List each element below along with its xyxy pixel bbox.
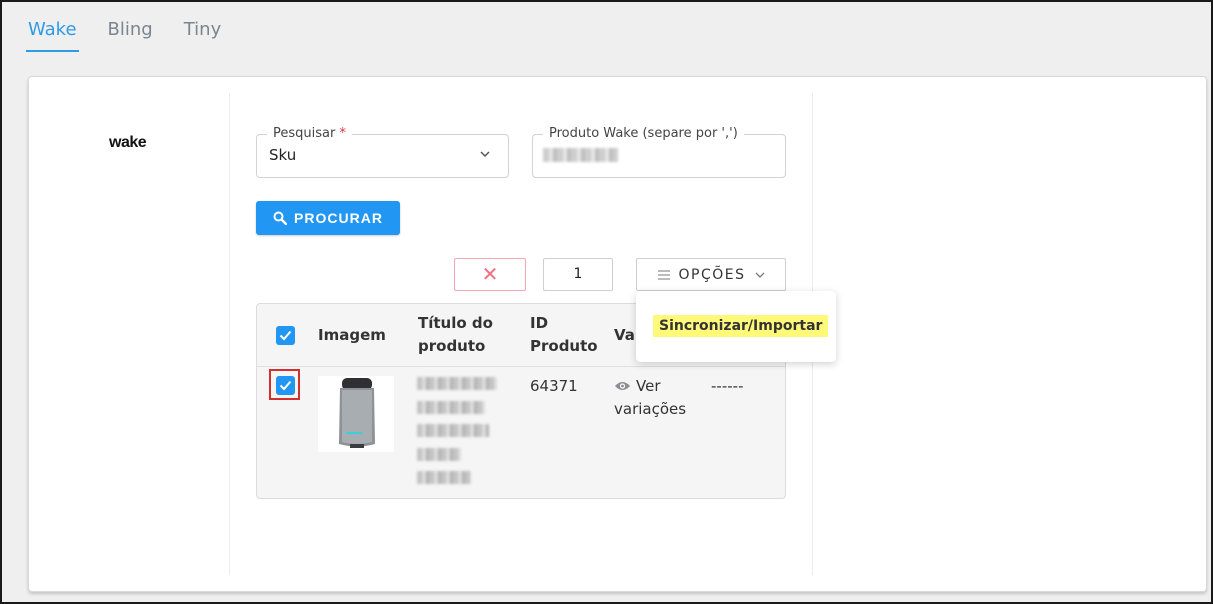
product-id: 64371 bbox=[530, 377, 578, 395]
check-icon bbox=[279, 380, 292, 391]
tab-bling[interactable]: Bling bbox=[106, 18, 155, 52]
product-input[interactable]: Produto Wake (separe por ',') bbox=[532, 125, 786, 178]
menu-icon bbox=[657, 270, 670, 279]
search-button-label: PROCURAR bbox=[294, 210, 383, 226]
content-card: wake Pesquisar * Sku Produto Wake (separ… bbox=[28, 76, 1207, 592]
left-divider bbox=[229, 93, 230, 575]
menu-item-sync-import[interactable]: Sincronizar/Importar bbox=[653, 315, 829, 337]
app-frame: Wake Bling Tiny wake Pesquisar * Sku Pro… bbox=[0, 0, 1213, 604]
search-type-label: Pesquisar * bbox=[267, 125, 352, 143]
options-button-label: OPÇÕES bbox=[678, 266, 746, 283]
redacted-value bbox=[543, 148, 618, 162]
header-product-id: ID Produto bbox=[530, 314, 598, 355]
header-variations: Va bbox=[614, 326, 635, 344]
search-icon bbox=[273, 211, 288, 225]
redacted-product-title bbox=[417, 377, 497, 489]
tab-tiny[interactable]: Tiny bbox=[182, 18, 224, 52]
view-variations-link[interactable]: Ver variações bbox=[614, 375, 686, 421]
wake-logo: wake bbox=[109, 134, 147, 151]
options-dropdown: Sincronizar/Importar bbox=[636, 291, 836, 362]
product-input-label: Produto Wake (separe por ',') bbox=[543, 125, 744, 143]
search-type-select[interactable]: Pesquisar * Sku bbox=[256, 125, 509, 178]
row-extra-value: ------ bbox=[711, 377, 744, 395]
integration-tabs: Wake Bling Tiny bbox=[26, 18, 250, 54]
page-number-input[interactable]: 1 bbox=[543, 258, 613, 291]
clear-selection-button[interactable]: ✕ bbox=[454, 258, 526, 291]
eye-icon bbox=[615, 382, 630, 390]
tab-wake[interactable]: Wake bbox=[26, 18, 79, 52]
check-icon bbox=[279, 330, 292, 341]
search-button[interactable]: PROCURAR bbox=[256, 201, 400, 235]
row-checkbox[interactable] bbox=[276, 376, 295, 395]
close-icon: ✕ bbox=[481, 262, 499, 286]
options-button[interactable]: OPÇÕES bbox=[636, 258, 786, 291]
search-type-value: Sku bbox=[269, 146, 297, 164]
chevron-down-icon bbox=[480, 151, 490, 158]
header-title: Título do produto bbox=[418, 314, 493, 355]
select-all-checkbox[interactable] bbox=[276, 326, 295, 345]
header-image: Imagem bbox=[318, 326, 386, 344]
chevron-down-icon bbox=[755, 272, 764, 278]
product-image bbox=[318, 376, 394, 452]
